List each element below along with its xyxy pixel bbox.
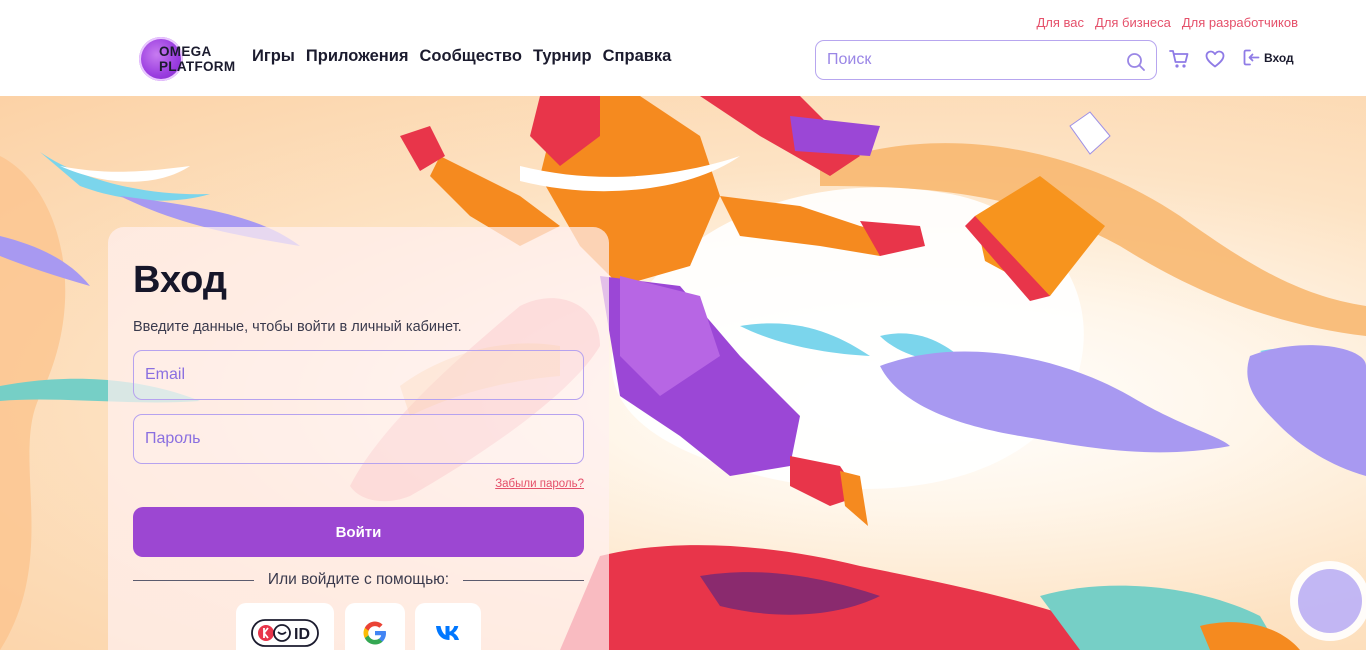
login-subtitle: Введите данные, чтобы войти в личный каб… bbox=[133, 319, 462, 335]
heart-icon[interactable] bbox=[1204, 48, 1226, 70]
logo-text: OMEGA PLATFORM bbox=[159, 44, 236, 74]
email-field[interactable] bbox=[134, 351, 583, 399]
nav-item-games[interactable]: Игры bbox=[252, 47, 295, 66]
top-link-business[interactable]: Для бизнеса bbox=[1095, 15, 1171, 30]
nav-item-apps[interactable]: Приложения bbox=[306, 47, 409, 66]
logo[interactable]: OMEGA PLATFORM bbox=[139, 37, 239, 83]
nav-item-community[interactable]: Сообщество bbox=[420, 47, 522, 66]
cart-icon[interactable] bbox=[1168, 48, 1190, 70]
nav-item-tournament[interactable]: Турнир bbox=[533, 47, 592, 66]
password-field[interactable] bbox=[134, 415, 583, 463]
nav-item-help[interactable]: Справка bbox=[603, 47, 672, 66]
top-link-for-you[interactable]: Для вас bbox=[1036, 15, 1084, 30]
yandex-id-button[interactable]: ID bbox=[236, 603, 334, 650]
divider-line-right bbox=[463, 580, 584, 581]
search-input[interactable] bbox=[827, 47, 1117, 73]
email-field-wrap bbox=[133, 350, 584, 400]
yandex-id-icon: ID bbox=[251, 619, 319, 647]
vk-button[interactable] bbox=[415, 603, 481, 650]
forgot-password-link[interactable]: Забыли пароль? bbox=[495, 478, 584, 490]
top-link-developers[interactable]: Для разработчиков bbox=[1182, 15, 1298, 30]
google-button[interactable] bbox=[345, 603, 405, 650]
top-links: Для вас Для бизнеса Для разработчиков bbox=[1036, 15, 1298, 30]
vk-icon bbox=[436, 626, 459, 640]
search-box bbox=[815, 40, 1157, 80]
social-divider: Или войдите с помощью: bbox=[133, 571, 584, 589]
yandex-id-label: ID bbox=[294, 626, 310, 643]
google-icon bbox=[363, 621, 386, 645]
login-title: Вход bbox=[133, 259, 227, 301]
search-icon[interactable] bbox=[1126, 52, 1146, 72]
login-submit-button[interactable]: Войти bbox=[133, 507, 584, 557]
login-label: Вход bbox=[1264, 50, 1294, 65]
header-login-link[interactable]: Вход bbox=[1242, 48, 1294, 67]
password-field-wrap bbox=[133, 414, 584, 464]
login-card: Вход Введите данные, чтобы войти в личны… bbox=[108, 227, 609, 650]
login-icon bbox=[1243, 49, 1260, 66]
main-nav: Игры Приложения Сообщество Турнир Справк… bbox=[252, 47, 671, 66]
site-header: Для вас Для бизнеса Для разработчиков OM… bbox=[0, 0, 1366, 96]
